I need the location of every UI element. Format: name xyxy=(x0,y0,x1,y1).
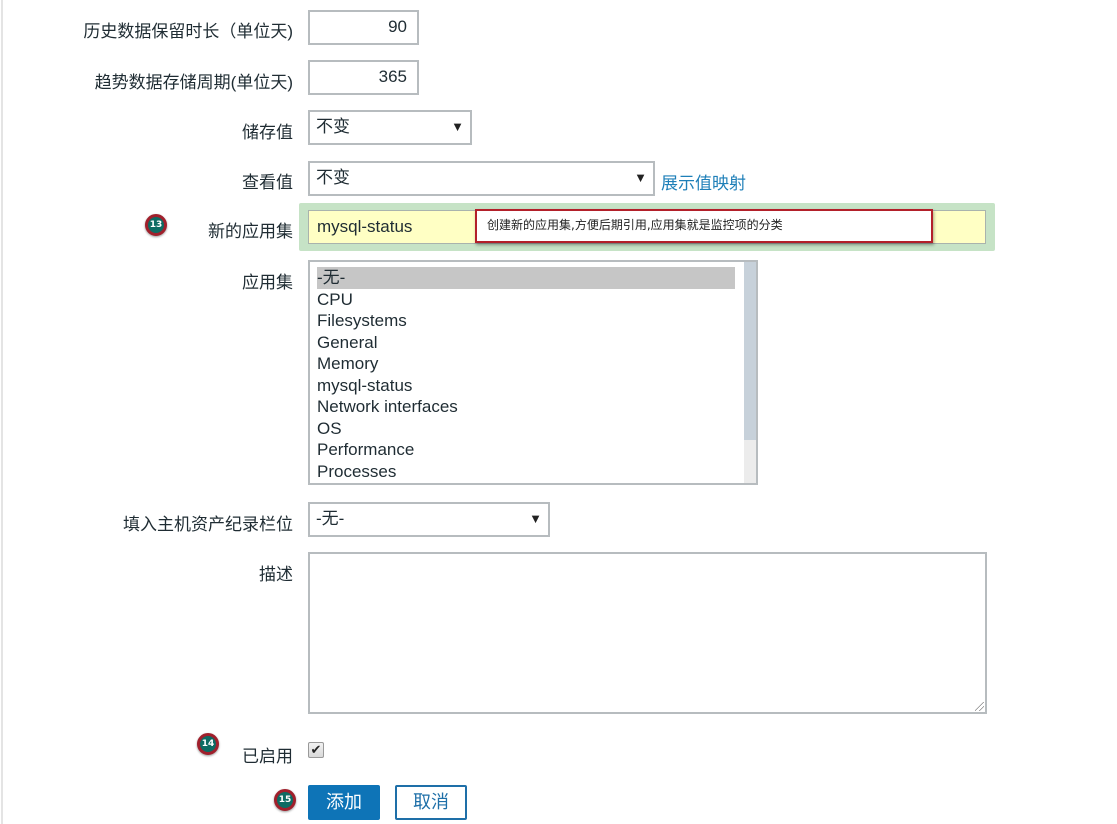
listbox-option[interactable]: CPU xyxy=(317,289,735,311)
listbox-option[interactable]: Performance xyxy=(317,439,735,461)
annotation-badge-13: 13 xyxy=(145,214,167,236)
listbox-option[interactable]: OS xyxy=(317,418,735,440)
annotation-tooltip: 创建新的应用集,方便后期引用,应用集就是监控项的分类 xyxy=(475,209,933,243)
listbox-option[interactable]: Filesystems xyxy=(317,310,735,332)
inventory-select[interactable]: -无- ▼ xyxy=(308,502,550,537)
description-textarea[interactable] xyxy=(308,552,987,714)
listbox-option[interactable]: Memory xyxy=(317,353,735,375)
listbox-scrollbar[interactable] xyxy=(744,262,756,483)
applications-listbox[interactable]: -无- CPU Filesystems General Memory mysql… xyxy=(308,260,758,485)
show-value-select[interactable]: 不变 ▼ xyxy=(308,161,655,196)
store-value-select[interactable]: 不变 ▼ xyxy=(308,110,472,145)
trends-label: 趋势数据存储周期(单位天) xyxy=(94,73,293,92)
annotation-badge-14: 14 xyxy=(197,733,219,755)
store-value-label: 储存值 xyxy=(242,123,293,142)
cancel-button[interactable]: 取消 xyxy=(395,785,467,820)
inventory-selected: -无- xyxy=(316,509,345,528)
listbox-option[interactable]: Processes xyxy=(317,461,735,483)
applications-label: 应用集 xyxy=(242,273,293,292)
listbox-option[interactable]: mysql-status xyxy=(317,375,735,397)
history-input[interactable]: 90 xyxy=(308,10,419,45)
show-value-label: 查看值 xyxy=(242,173,293,192)
annotation-badge-15: 15 xyxy=(274,789,296,811)
listbox-option[interactable]: Network interfaces xyxy=(317,396,735,418)
description-label: 描述 xyxy=(259,565,293,584)
resize-grip-icon[interactable] xyxy=(975,702,984,711)
show-value-selected: 不变 xyxy=(316,168,350,187)
history-label: 历史数据保留时长（单位天) xyxy=(83,22,293,41)
enabled-checkbox[interactable]: ✔ xyxy=(308,742,324,758)
listbox-option[interactable]: General xyxy=(317,332,735,354)
inventory-label: 填入主机资产纪录栏位 xyxy=(123,515,293,534)
scrollbar-thumb[interactable] xyxy=(744,262,756,440)
chevron-down-icon: ▼ xyxy=(529,511,542,526)
chevron-down-icon: ▼ xyxy=(634,170,647,185)
store-value-selected: 不变 xyxy=(316,117,350,136)
add-button[interactable]: 添加 xyxy=(308,785,380,820)
page-left-border xyxy=(1,0,3,824)
value-mapping-link[interactable]: 展示值映射 xyxy=(661,169,746,194)
chevron-down-icon: ▼ xyxy=(451,119,464,134)
listbox-option[interactable]: -无- xyxy=(317,267,735,289)
new-application-label: 新的应用集 xyxy=(208,222,293,241)
trends-input[interactable]: 365 xyxy=(308,60,419,95)
enabled-label: 已启用 xyxy=(242,747,293,766)
